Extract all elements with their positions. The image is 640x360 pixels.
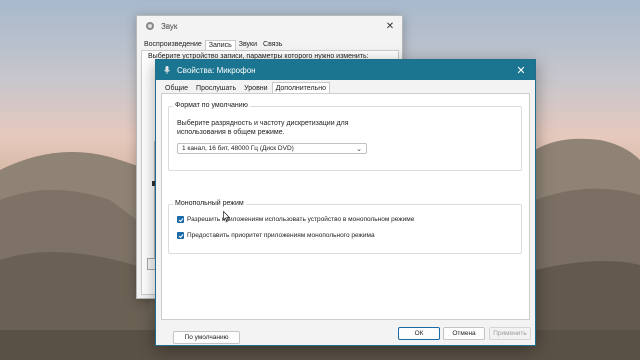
- microphone-icon: [164, 66, 170, 74]
- sound-dialog-titlebar[interactable]: Звук: [137, 16, 402, 36]
- allow-exclusive-checkbox-row[interactable]: Разрешить приложениям использовать устро…: [177, 216, 414, 223]
- tab-playback[interactable]: Воспроизведение: [141, 40, 205, 50]
- sound-dialog-tabs: Воспроизведение Запись Звуки Связь: [141, 40, 285, 50]
- default-format-group: Формат по умолчанию Выберите разрядность…: [168, 102, 522, 171]
- tab-sounds[interactable]: Звуки: [236, 40, 260, 50]
- mic-dialog-title: Свойства: Микрофон: [177, 65, 256, 75]
- priority-exclusive-checkbox[interactable]: [177, 232, 184, 239]
- tab-communications[interactable]: Связь: [260, 40, 285, 50]
- speaker-icon: [146, 22, 154, 30]
- sound-dialog-title: Звук: [161, 21, 178, 31]
- restore-default-button[interactable]: По умолчанию: [173, 331, 240, 344]
- priority-exclusive-checkbox-row[interactable]: Предоставить приоритет приложениям моноп…: [177, 232, 375, 239]
- mic-properties-dialog: Свойства: Микрофон ✕ Общие Прослушать Ур…: [155, 59, 536, 346]
- default-format-description: Выберите разрядность и частоту дискретиз…: [177, 120, 349, 136]
- default-format-title: Формат по умолчанию: [173, 102, 250, 109]
- apply-button[interactable]: Применить: [489, 327, 531, 340]
- mic-dialog-titlebar[interactable]: Свойства: Микрофон: [156, 60, 535, 80]
- exclusive-mode-title: Монопольный режим: [173, 200, 246, 207]
- allow-exclusive-label: Разрешить приложениям использовать устро…: [187, 216, 415, 223]
- ok-button[interactable]: ОК: [398, 327, 440, 340]
- chevron-down-icon: ⌄: [356, 146, 362, 153]
- format-select-value: 1 канал, 16 бит, 48000 Гц (Диск DVD): [182, 145, 294, 152]
- priority-exclusive-label: Предоставить приоритет приложениям моноп…: [187, 232, 375, 239]
- advanced-panel: Формат по умолчанию Выберите разрядность…: [161, 93, 530, 344]
- allow-exclusive-checkbox[interactable]: [177, 216, 184, 223]
- close-icon[interactable]: ✕: [384, 20, 396, 32]
- format-select[interactable]: 1 канал, 16 бит, 48000 Гц (Диск DVD) ⌄: [177, 143, 367, 154]
- checkmark-icon: [178, 233, 183, 238]
- checkmark-icon: [178, 217, 183, 222]
- close-icon[interactable]: ✕: [514, 63, 528, 77]
- exclusive-mode-group: Монопольный режим Разрешить приложениям …: [168, 200, 522, 254]
- cancel-button[interactable]: Отмена: [443, 327, 485, 340]
- mouse-cursor-icon: [223, 211, 230, 222]
- tab-recording[interactable]: Запись: [204, 40, 236, 50]
